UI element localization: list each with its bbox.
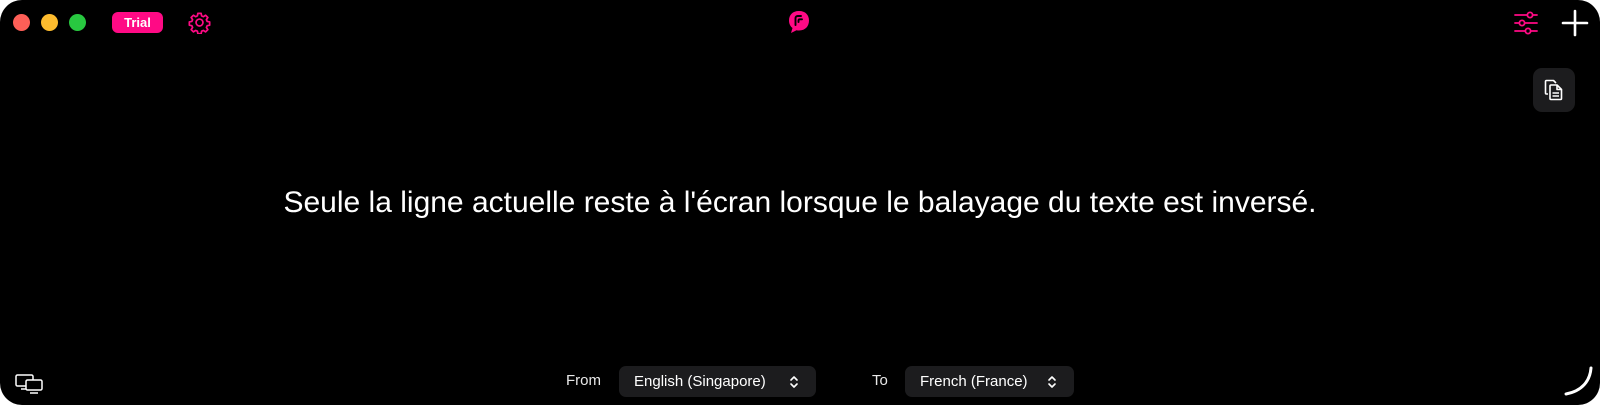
display-icon[interactable] xyxy=(15,374,43,394)
app-logo-icon xyxy=(789,11,809,33)
minimize-window-button[interactable] xyxy=(41,14,58,31)
maximize-window-button[interactable] xyxy=(69,14,86,31)
chevron-updown-icon xyxy=(1048,376,1056,388)
close-window-button[interactable] xyxy=(13,14,30,31)
plus-icon[interactable] xyxy=(1561,9,1589,37)
resize-handle-icon[interactable] xyxy=(1562,365,1594,397)
trial-badge[interactable]: Trial xyxy=(112,12,163,33)
target-language-select[interactable]: French (France) xyxy=(905,366,1074,397)
app-window: Trial Seule la ligne actuelle reste à l'… xyxy=(0,0,1600,405)
to-label: To xyxy=(872,372,888,389)
gear-icon[interactable] xyxy=(188,11,211,34)
copy-button[interactable] xyxy=(1533,68,1575,112)
transcript-text: Seule la ligne actuelle reste à l'écran … xyxy=(283,186,1317,219)
source-language-value: English (Singapore) xyxy=(634,373,766,390)
source-language-select[interactable]: English (Singapore) xyxy=(619,366,816,397)
from-label: From xyxy=(566,372,601,389)
chevron-updown-icon xyxy=(790,376,798,388)
target-language-value: French (France) xyxy=(920,373,1028,390)
copy-icon xyxy=(1544,79,1563,101)
sliders-icon[interactable] xyxy=(1513,10,1539,36)
